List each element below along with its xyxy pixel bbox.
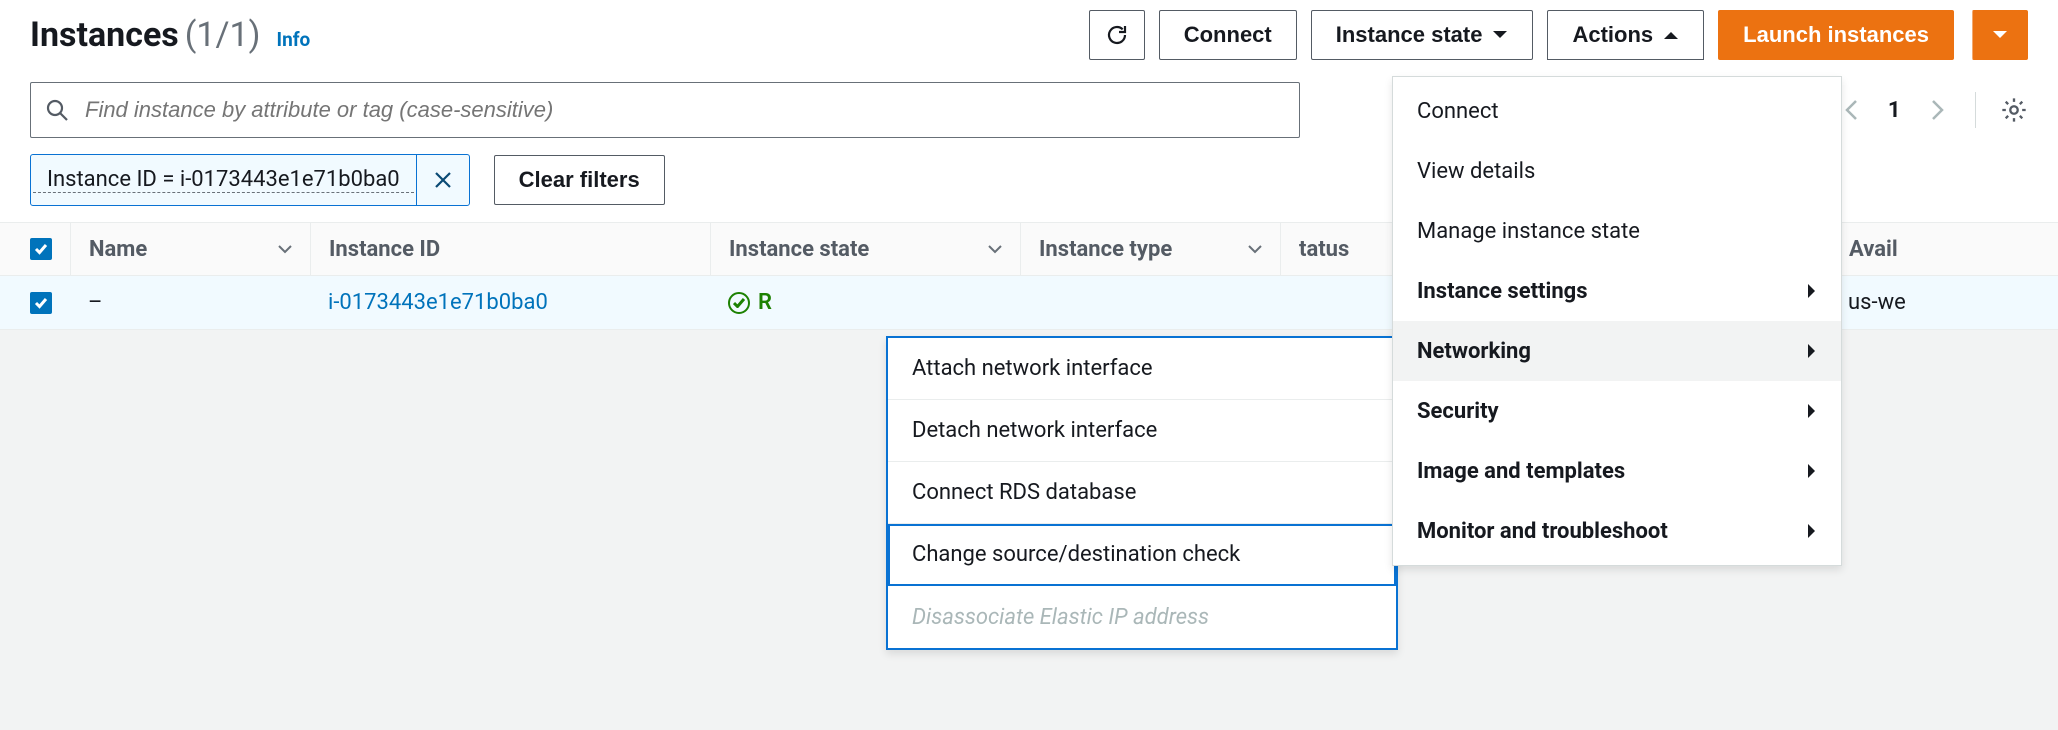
page-number: 1	[1888, 98, 1901, 123]
menu-item-label: Attach network interface	[912, 356, 1153, 381]
filter-chip-remove-button[interactable]	[417, 171, 469, 189]
menu-item-label: Manage instance state	[1417, 219, 1640, 244]
close-icon	[434, 171, 452, 189]
search-icon	[45, 98, 69, 122]
settings-button[interactable]	[2000, 96, 2028, 124]
actions-menu-monitor[interactable]: Monitor and troubleshoot	[1393, 501, 1841, 561]
cell-instance-type	[1020, 276, 1280, 329]
menu-item-label: Disassociate Elastic IP address	[912, 605, 1209, 630]
filter-chip-text[interactable]: Instance ID = i-0173443e1e71b0ba0	[33, 167, 414, 193]
column-header-name-label: Name	[89, 237, 147, 262]
column-header-availability-zone-label: Avail	[1849, 237, 1898, 262]
submenu-connect-rds[interactable]: Connect RDS database	[888, 462, 1396, 524]
actions-button[interactable]: Actions	[1547, 10, 1704, 60]
sort-icon	[988, 245, 1002, 254]
clear-filters-button[interactable]: Clear filters	[494, 155, 665, 205]
caret-up-icon	[1663, 30, 1679, 40]
actions-menu: Connect View details Manage instance sta…	[1392, 76, 1842, 566]
actions-menu-networking[interactable]: Networking	[1393, 321, 1841, 381]
networking-submenu: Attach network interface Detach network …	[886, 336, 1398, 650]
page-title: Instances	[30, 15, 179, 55]
actions-button-label: Actions	[1572, 24, 1653, 46]
column-header-instance-state[interactable]: Instance state	[710, 223, 1020, 275]
page-next-button[interactable]	[1925, 99, 1951, 121]
connect-button-label: Connect	[1184, 24, 1272, 46]
search-box[interactable]	[30, 82, 1300, 138]
menu-item-label: Security	[1417, 399, 1499, 424]
divider	[1975, 92, 1977, 128]
caret-right-icon	[1807, 343, 1817, 359]
select-all-checkbox[interactable]	[30, 238, 52, 260]
column-header-instance-state-label: Instance state	[729, 237, 869, 262]
sort-icon	[1248, 245, 1262, 254]
caret-down-icon	[1992, 30, 2008, 40]
caret-right-icon	[1807, 283, 1817, 299]
caret-right-icon	[1807, 403, 1817, 419]
info-link[interactable]: Info	[277, 28, 311, 51]
cell-instance-id-link[interactable]: i-0173443e1e71b0ba0	[328, 290, 548, 315]
menu-item-label: Instance settings	[1417, 279, 1588, 304]
submenu-attach-network-interface[interactable]: Attach network interface	[888, 338, 1396, 400]
launch-instances-button-label: Launch instances	[1743, 24, 1929, 46]
row-checkbox[interactable]	[30, 292, 52, 314]
refresh-button[interactable]	[1089, 10, 1145, 60]
menu-item-label: Networking	[1417, 339, 1531, 364]
column-header-instance-id[interactable]: Instance ID	[310, 223, 710, 275]
page-title-count: (1/1)	[185, 15, 261, 55]
column-header-name[interactable]: Name	[70, 223, 310, 275]
clear-filters-label: Clear filters	[519, 169, 640, 191]
menu-item-label: Detach network interface	[912, 418, 1157, 443]
instance-state-button[interactable]: Instance state	[1311, 10, 1534, 60]
actions-menu-manage-state[interactable]: Manage instance state	[1393, 201, 1841, 261]
caret-right-icon	[1807, 523, 1817, 539]
actions-menu-instance-settings[interactable]: Instance settings	[1393, 261, 1841, 321]
actions-menu-security[interactable]: Security	[1393, 381, 1841, 441]
launch-instances-button[interactable]: Launch instances	[1718, 10, 1954, 60]
launch-instances-dropdown-button[interactable]	[1972, 10, 2028, 60]
caret-right-icon	[1807, 463, 1817, 479]
filter-chip: Instance ID = i-0173443e1e71b0ba0	[30, 154, 470, 206]
search-input[interactable]	[83, 96, 1285, 124]
cell-availability-zone: us-we	[1830, 276, 2058, 329]
menu-item-label: View details	[1417, 159, 1535, 184]
menu-item-label: Monitor and troubleshoot	[1417, 519, 1668, 544]
actions-menu-image-templates[interactable]: Image and templates	[1393, 441, 1841, 501]
instance-state-button-label: Instance state	[1336, 24, 1483, 46]
menu-item-label: Connect	[1417, 99, 1499, 124]
column-header-status-check-label: tatus	[1299, 237, 1349, 262]
column-header-instance-type-label: Instance type	[1039, 237, 1172, 262]
menu-item-label: Change source/destination check	[912, 542, 1240, 567]
gear-icon	[2000, 96, 2028, 124]
column-header-instance-type[interactable]: Instance type	[1020, 223, 1280, 275]
column-header-instance-id-label: Instance ID	[329, 237, 440, 262]
menu-item-label: Image and templates	[1417, 459, 1625, 484]
actions-menu-view-details[interactable]: View details	[1393, 141, 1841, 201]
actions-menu-connect[interactable]: Connect	[1393, 81, 1841, 141]
connect-button[interactable]: Connect	[1159, 10, 1297, 60]
submenu-detach-network-interface[interactable]: Detach network interface	[888, 400, 1396, 462]
cell-instance-state: R	[728, 290, 772, 315]
caret-down-icon	[1492, 30, 1508, 40]
refresh-icon	[1105, 23, 1129, 47]
status-ok-icon	[728, 292, 750, 314]
submenu-disassociate-eip: Disassociate Elastic IP address	[888, 586, 1396, 648]
sort-icon	[278, 245, 292, 254]
cell-instance-state-text: R	[758, 290, 772, 315]
cell-name: –	[70, 276, 310, 329]
submenu-change-source-dest-check[interactable]: Change source/destination check	[888, 524, 1396, 586]
menu-item-label: Connect RDS database	[912, 480, 1136, 505]
column-header-availability-zone[interactable]: Avail	[1830, 223, 2058, 275]
